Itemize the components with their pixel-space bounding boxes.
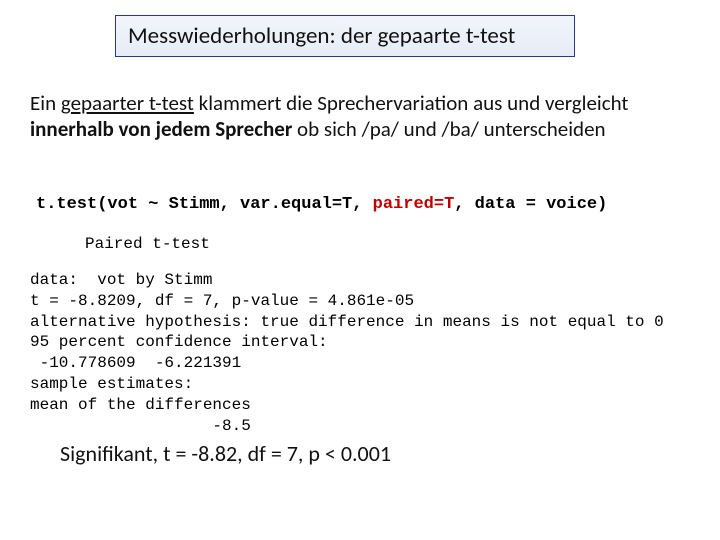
body-paragraph: Ein gepaarter t-test klammert die Sprech… [30, 90, 690, 143]
body-seg-3: klammert die Sprechervariation aus und v… [194, 90, 629, 116]
r-output-block: data: vot by Stimm t = -8.8209, df = 7, … [30, 270, 664, 436]
code-paired-arg: paired=T [373, 195, 455, 214]
body-seg-bold: innerhalb von jedem Sprecher [30, 116, 292, 142]
body-seg-underline: gepaarter t-test [61, 90, 194, 116]
conclusion-text: Signifikant, t = -8.82, df = 7, p < 0.00… [60, 440, 391, 467]
code-pre: t.test(vot ~ Stimm, var.equal=T, [36, 195, 373, 214]
body-seg-5: ob sich /pa/ und /ba/ unterscheiden [292, 116, 605, 142]
r-output-title: Paired t-test [85, 235, 210, 253]
body-seg-1: Ein [30, 90, 61, 116]
slide: Messwiederholungen: der gepaarte t-test … [0, 0, 720, 540]
code-post: , data = voice) [454, 195, 607, 214]
slide-title-box: Messwiederholungen: der gepaarte t-test [115, 15, 575, 57]
r-code-line: t.test(vot ~ Stimm, var.equal=T, paired=… [36, 195, 696, 214]
slide-title: Messwiederholungen: der gepaarte t-test [128, 22, 515, 50]
